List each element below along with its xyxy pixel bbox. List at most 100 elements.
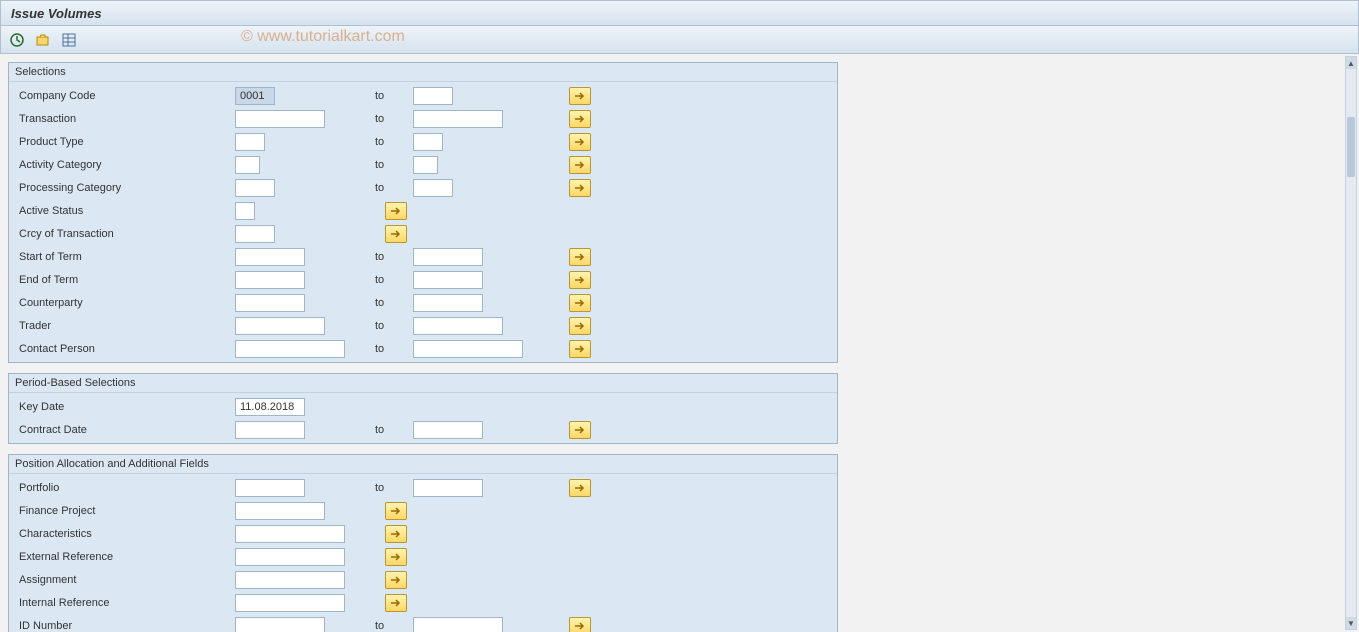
- multiple-selection-button[interactable]: [569, 340, 591, 358]
- from-input[interactable]: [235, 133, 265, 151]
- form-row: Contract Date to: [9, 418, 837, 441]
- panel-title: Position Allocation and Additional Field…: [9, 455, 837, 474]
- from-input[interactable]: [235, 548, 345, 566]
- multiple-selection-button[interactable]: [569, 317, 591, 335]
- to-label: to: [375, 113, 413, 125]
- multiple-selection-button[interactable]: [385, 548, 407, 566]
- from-input[interactable]: [235, 617, 325, 632]
- content-area: SelectionsCompany CodetoTransactiontoPro…: [4, 56, 1343, 632]
- data-table-button[interactable]: [59, 30, 79, 50]
- multiple-selection-button[interactable]: [385, 525, 407, 543]
- panel-title: Selections: [9, 63, 837, 82]
- scroll-down-arrow[interactable]: ▼: [1346, 617, 1356, 629]
- to-label: to: [375, 251, 413, 263]
- multiple-selection-button[interactable]: [569, 87, 591, 105]
- multiple-selection-button[interactable]: [385, 594, 407, 612]
- multiple-selection-button[interactable]: [385, 571, 407, 589]
- from-input[interactable]: [235, 271, 305, 289]
- field-label: Crcy of Transaction: [15, 228, 235, 240]
- multiple-selection-button[interactable]: [569, 617, 591, 632]
- from-input[interactable]: [235, 398, 305, 416]
- field-label: Assignment: [15, 574, 235, 586]
- selections-panel: SelectionsCompany CodetoTransactiontoPro…: [8, 62, 838, 363]
- form-row: Internal Reference: [9, 591, 837, 614]
- from-input[interactable]: [235, 110, 325, 128]
- execute-button[interactable]: [7, 30, 27, 50]
- to-label: to: [375, 343, 413, 355]
- multiple-selection-button[interactable]: [569, 271, 591, 289]
- from-input[interactable]: [235, 525, 345, 543]
- to-input[interactable]: [413, 179, 453, 197]
- to-input[interactable]: [413, 110, 503, 128]
- form-row: Active Status: [9, 199, 837, 222]
- field-label: Contact Person: [15, 343, 235, 355]
- from-input[interactable]: [235, 294, 305, 312]
- arrow-right-icon: [574, 425, 586, 435]
- to-input[interactable]: [413, 421, 483, 439]
- multiple-selection-button[interactable]: [385, 502, 407, 520]
- to-input[interactable]: [413, 133, 443, 151]
- from-input[interactable]: [235, 248, 305, 266]
- multiple-selection-button[interactable]: [569, 479, 591, 497]
- to-input[interactable]: [413, 617, 503, 632]
- to-input[interactable]: [413, 294, 483, 312]
- arrow-right-icon: [574, 114, 586, 124]
- field-label: Contract Date: [15, 424, 235, 436]
- watermark-text: © www.tutorialkart.com: [241, 28, 405, 46]
- arrow-right-icon: [390, 552, 402, 562]
- multiple-selection-button[interactable]: [569, 421, 591, 439]
- form-row: Contact Person to: [9, 337, 837, 360]
- from-input[interactable]: [235, 156, 260, 174]
- from-input[interactable]: [235, 225, 275, 243]
- field-label: Product Type: [15, 136, 235, 148]
- multiple-selection-button[interactable]: [569, 179, 591, 197]
- from-input[interactable]: [235, 317, 325, 335]
- form-row: Characteristics: [9, 522, 837, 545]
- to-label: to: [375, 424, 413, 436]
- arrow-right-icon: [574, 183, 586, 193]
- multiple-selection-button[interactable]: [385, 202, 407, 220]
- from-input[interactable]: [235, 202, 255, 220]
- multiple-selection-button[interactable]: [569, 133, 591, 151]
- get-variant-button[interactable]: [33, 30, 53, 50]
- scroll-thumb[interactable]: [1347, 117, 1355, 177]
- from-input[interactable]: [235, 479, 305, 497]
- from-input[interactable]: [235, 87, 275, 105]
- multiple-selection-button[interactable]: [569, 110, 591, 128]
- to-label: to: [375, 482, 413, 494]
- from-input[interactable]: [235, 421, 305, 439]
- position-panel: Position Allocation and Additional Field…: [8, 454, 838, 632]
- to-input[interactable]: [413, 340, 523, 358]
- to-input[interactable]: [413, 156, 438, 174]
- clock-check-icon: [9, 32, 25, 48]
- form-row: ID Numberto: [9, 614, 837, 632]
- from-input[interactable]: [235, 594, 345, 612]
- multiple-selection-button[interactable]: [569, 294, 591, 312]
- title-bar: Issue Volumes: [0, 0, 1359, 26]
- to-input[interactable]: [413, 248, 483, 266]
- multiple-selection-button[interactable]: [569, 156, 591, 174]
- scroll-up-arrow[interactable]: ▲: [1346, 57, 1356, 69]
- to-label: to: [375, 182, 413, 194]
- field-label: Activity Category: [15, 159, 235, 171]
- vertical-scrollbar[interactable]: ▲ ▼: [1345, 56, 1357, 630]
- form-row: Crcy of Transaction: [9, 222, 837, 245]
- to-input[interactable]: [413, 87, 453, 105]
- field-label: Active Status: [15, 205, 235, 217]
- field-label: ID Number: [15, 620, 235, 632]
- arrow-right-icon: [574, 160, 586, 170]
- from-input[interactable]: [235, 340, 345, 358]
- data-table-icon: [61, 32, 77, 48]
- to-input[interactable]: [413, 479, 483, 497]
- from-input[interactable]: [235, 571, 345, 589]
- to-input[interactable]: [413, 317, 503, 335]
- from-input[interactable]: [235, 502, 325, 520]
- to-label: to: [375, 159, 413, 171]
- arrow-right-icon: [574, 298, 586, 308]
- multiple-selection-button[interactable]: [385, 225, 407, 243]
- multiple-selection-button[interactable]: [569, 248, 591, 266]
- to-input[interactable]: [413, 271, 483, 289]
- from-input[interactable]: [235, 179, 275, 197]
- field-label: Start of Term: [15, 251, 235, 263]
- field-label: End of Term: [15, 274, 235, 286]
